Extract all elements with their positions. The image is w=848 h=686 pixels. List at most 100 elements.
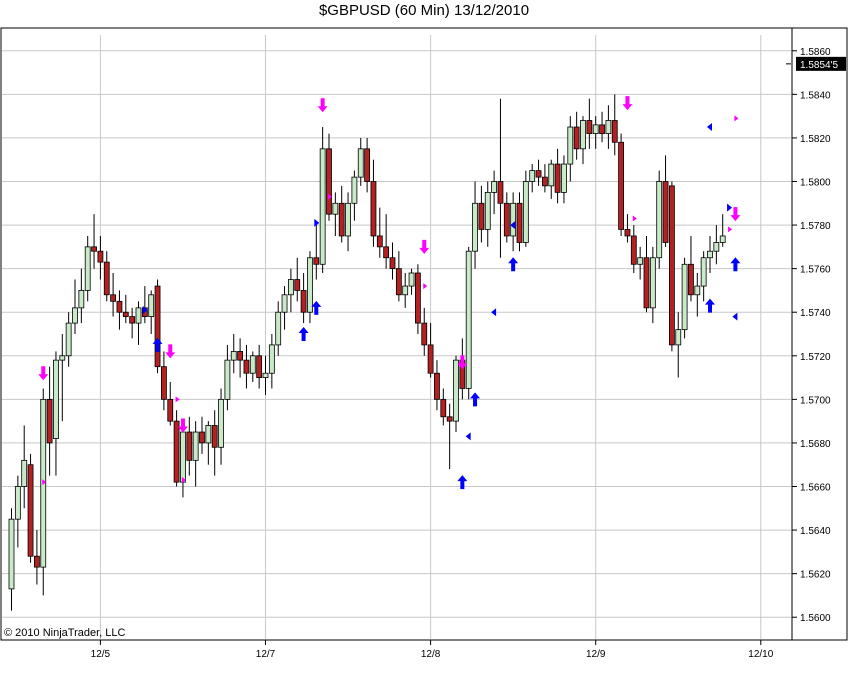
y-tick-label: 1.5620: [800, 570, 831, 581]
candle-body-down: [199, 431, 205, 444]
y-tick-label: 1.5860: [800, 47, 831, 58]
candle-body-down: [427, 344, 434, 374]
candle-body-up: [548, 163, 555, 187]
candle-body-down: [643, 257, 650, 309]
candle-body-down: [160, 366, 167, 400]
candles: [8, 94, 726, 611]
candle-body-down: [364, 148, 371, 182]
candle-body-up: [719, 235, 726, 243]
y-tick-label: 1.5660: [800, 483, 831, 494]
x-tick-label: 12/7: [256, 649, 276, 660]
candle-body-up: [65, 322, 72, 357]
candle-body-up: [694, 285, 701, 296]
y-tick-label: 1.5820: [800, 134, 831, 145]
sell-arrow: [317, 98, 328, 113]
candle-body-up: [262, 372, 269, 378]
triangle-left-marker: [491, 308, 497, 317]
small-marker: [728, 226, 733, 233]
candle-body-up: [408, 272, 415, 287]
candle-body-down: [662, 181, 669, 243]
candle-body-up: [307, 257, 313, 313]
triangle-right-marker: [727, 203, 733, 212]
candle-body-down: [599, 124, 605, 134]
candle-body-down: [383, 246, 390, 259]
candle-body-down: [516, 202, 523, 243]
candle-body-up: [268, 344, 275, 374]
candle-body-up: [649, 257, 656, 309]
candle-body-down: [434, 372, 440, 400]
x-tick-label: 12/9: [586, 649, 606, 660]
candle-body-down: [618, 141, 624, 230]
candle-body-down: [586, 120, 593, 134]
candle-body-up: [84, 246, 91, 291]
candle-body-down: [167, 398, 174, 422]
buy-arrow: [457, 475, 468, 490]
candle-body-down: [688, 263, 694, 296]
candle-body-up: [472, 202, 478, 252]
candle-body-down: [243, 359, 250, 374]
small-marker: [175, 396, 180, 403]
y-tick-label: 1.5640: [800, 526, 831, 537]
candle-body-down: [34, 555, 40, 568]
candle-body-up: [484, 191, 491, 230]
candle-body-up: [713, 242, 720, 252]
buy-arrow: [705, 298, 715, 313]
sell-arrow: [622, 96, 633, 111]
x-tick-label: 12/10: [748, 649, 773, 660]
y-tick-label: 1.5840: [800, 90, 831, 101]
sell-arrow: [419, 239, 430, 254]
small-marker: [734, 115, 739, 122]
candle-body-up: [700, 257, 707, 287]
x-tick-label: 12/8: [421, 649, 441, 660]
small-marker: [632, 215, 637, 222]
candle-body-up: [230, 351, 237, 361]
candle-body-down: [237, 351, 244, 361]
candle-body-down: [122, 311, 129, 317]
candle-body-down: [669, 185, 675, 346]
triangle-left-marker: [732, 312, 738, 321]
candle-body-up: [522, 181, 529, 243]
candle-body-down: [414, 272, 421, 324]
candle-body-up: [402, 285, 409, 296]
candle-body-down: [300, 290, 307, 313]
buy-arrow: [298, 327, 309, 341]
candle-body-down: [446, 416, 453, 422]
candle-body-up: [224, 359, 231, 400]
candle-body-up: [205, 425, 212, 444]
candle-body-up: [681, 263, 688, 331]
candle-body-up: [561, 163, 567, 193]
candle-body-down: [338, 202, 345, 237]
candle-body-down: [211, 425, 218, 448]
triangle-left-marker: [465, 432, 471, 441]
candle-body-up: [249, 355, 256, 374]
candle-body-down: [256, 355, 263, 378]
candle-body-up: [281, 294, 288, 313]
candle-body-up: [465, 250, 472, 389]
candle-body-down: [611, 120, 618, 143]
candle-body-up: [218, 398, 224, 448]
candle-body-up: [453, 359, 459, 422]
price-chart[interactable]: 1.5860 1.5840 1.5820 1.5800 1.5780 1.5760 1.57…: [0, 0, 848, 686]
candle-body-down: [46, 398, 53, 444]
candle-body-up: [491, 181, 498, 193]
candle-body-up: [580, 120, 586, 150]
candle-body-down: [154, 285, 161, 368]
candle-body-down: [103, 261, 110, 296]
candle-body-down: [129, 316, 136, 324]
candle-body-up: [675, 329, 682, 346]
buy-arrow: [152, 337, 163, 352]
candle-body-down: [116, 300, 123, 313]
y-tick-label: 1.5700: [800, 395, 831, 406]
candle-body-down: [27, 464, 34, 557]
y-tick-label: 1.5740: [800, 308, 831, 319]
candle-body-down: [395, 268, 402, 296]
y-tick-label: 1.5720: [800, 352, 831, 363]
candle-body-down: [478, 202, 485, 230]
candle-body-up: [59, 355, 66, 361]
candle-body-up: [357, 148, 364, 178]
candle-body-down: [573, 126, 580, 150]
candle-body-up: [592, 124, 599, 134]
candle-body-down: [497, 181, 504, 204]
buy-arrow: [508, 257, 519, 272]
candle-body-up: [637, 257, 644, 265]
